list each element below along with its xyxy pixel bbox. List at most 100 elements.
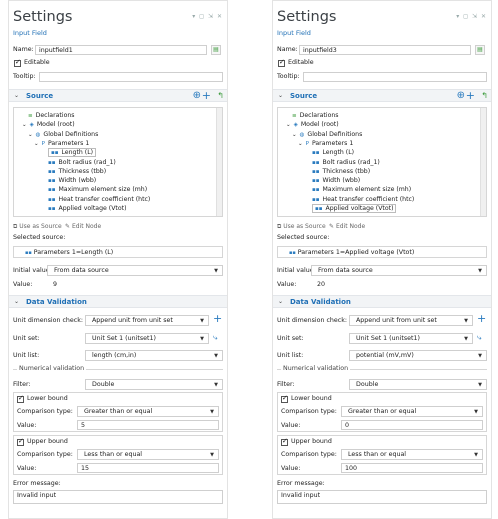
- error-message-input[interactable]: Invalid input: [277, 490, 487, 504]
- unit-dimension-select[interactable]: Append unit from unit set ▼: [349, 315, 473, 326]
- value-text[interactable]: 9: [53, 281, 57, 288]
- upper-value-input[interactable]: 15: [77, 463, 219, 473]
- edit-node-button[interactable]: ✎ Edit Node: [329, 223, 365, 230]
- data-validation-section-header[interactable]: ⌄ Data Validation: [9, 295, 227, 308]
- unit-list-select[interactable]: potential (mV,mV) ▼: [349, 350, 487, 361]
- tree-item[interactable]: ≡ Declarations: [292, 112, 339, 119]
- tree-item-label: Heat transfer coefficient (htc): [58, 195, 151, 203]
- tree-item[interactable]: ▪▪ Width (wbb): [48, 177, 96, 184]
- upper-bound-checkbox[interactable]: [17, 437, 24, 446]
- chevron-down-icon[interactable]: ⌄: [298, 141, 303, 147]
- upper-value-input[interactable]: 100: [341, 463, 483, 473]
- source-tree[interactable]: ≡ Declarations ⌄ ◈ Model (root) ⌄ ◍ Global Defi…: [13, 107, 223, 217]
- data-validation-section-header[interactable]: ⌄ Data Validation: [273, 295, 491, 308]
- plus-icon[interactable]: +: [466, 89, 475, 102]
- unit-set-text: Unit Set 1 (unitset1): [92, 335, 156, 342]
- initial-value-select[interactable]: From data source ▼: [311, 265, 487, 276]
- tree-item[interactable]: ▪▪ Thickness (tbb): [48, 168, 106, 175]
- initial-value-select[interactable]: From data source ▼: [47, 265, 223, 276]
- lower-value-label: Value:: [17, 422, 37, 429]
- add-unit-icon[interactable]: +: [477, 312, 486, 325]
- window-controls[interactable]: ▾ ◻ ⇲ ✕: [192, 13, 223, 20]
- filter-select[interactable]: Double ▼: [349, 379, 487, 390]
- tree-item[interactable]: ▪▪ Applied voltage (Vtot): [48, 205, 126, 212]
- source-tree[interactable]: ≡ Declarations ⌄ ◈ Model (root) ⌄ ◍ Global Defi…: [277, 107, 487, 217]
- tree-scrollbar[interactable]: [216, 108, 222, 216]
- source-section-header[interactable]: ⌄ Source ⊕ + ↰: [9, 89, 227, 102]
- chevron-down-icon[interactable]: ⌄: [22, 122, 27, 128]
- edit-node-button[interactable]: ✎ Edit Node: [65, 223, 101, 230]
- tree-item-label: Maximum element size (mh): [322, 186, 412, 194]
- editable-checkbox[interactable]: [278, 58, 285, 67]
- panel-title: Settings: [277, 9, 337, 25]
- lower-comparison-select[interactable]: Greater than or equal ▼: [77, 406, 219, 417]
- lower-comparison-select[interactable]: Greater than or equal ▼: [341, 406, 483, 417]
- tree-refresh-icon[interactable]: ↰: [217, 91, 224, 100]
- unit-list-select[interactable]: length (cm,in) ▼: [85, 350, 223, 361]
- source-section-header[interactable]: ⌄ Source ⊕ + ↰: [273, 89, 491, 102]
- use-as-source-button[interactable]: ⧉ Use as Source: [277, 223, 326, 231]
- value-text[interactable]: 20: [317, 281, 325, 288]
- tree-item[interactable]: ⌄ ◈ Model (root): [286, 121, 339, 128]
- tree-item[interactable]: ▪▪ Thickness (tbb): [312, 168, 370, 175]
- chevron-down-icon[interactable]: ⌄: [292, 132, 297, 138]
- chevron-down-icon[interactable]: ⌄: [286, 122, 291, 128]
- name-input[interactable]: inputfield1: [35, 45, 207, 55]
- name-apply-icon[interactable]: ▤: [211, 45, 221, 55]
- tree-refresh-icon[interactable]: ↰: [481, 91, 488, 100]
- lower-value-input[interactable]: 0: [341, 420, 483, 430]
- unit-dimension-select[interactable]: Append unit from unit set ▼: [85, 315, 209, 326]
- tree-item-label: Bolt radius (rad_1): [322, 158, 380, 166]
- tree-item[interactable]: ▪▪ Maximum element size (mh): [48, 186, 147, 193]
- name-input[interactable]: inputfield3: [299, 45, 471, 55]
- upper-comparison-text: Less than or equal: [84, 451, 143, 458]
- error-message-input[interactable]: Invalid input: [13, 490, 223, 504]
- add-unit-icon[interactable]: +: [213, 312, 222, 325]
- tree-item-label: Length (L): [61, 149, 94, 157]
- window-controls[interactable]: ▾ ◻ ⇲ ✕: [456, 13, 487, 20]
- unit-set-select[interactable]: Unit Set 1 (unitset1) ▼: [85, 333, 209, 344]
- tree-item[interactable]: ▪▪ Heat transfer coefficient (htc): [48, 196, 150, 203]
- lower-bound-checkbox[interactable]: [281, 394, 288, 403]
- tree-item[interactable]: ⌄ ◍ Global Definitions: [292, 131, 362, 138]
- tooltip-input[interactable]: [303, 72, 487, 82]
- tree-item[interactable]: ⌄ ◍ Global Definitions: [28, 131, 98, 138]
- upper-bound-checkbox[interactable]: [281, 437, 288, 446]
- tree-item[interactable]: ▪▪ Bolt radius (rad_1): [48, 159, 116, 166]
- tree-item-label: Declarations: [35, 112, 75, 119]
- tree-item[interactable]: ▪▪ Length (L): [48, 148, 97, 158]
- editable-checkbox[interactable]: [14, 58, 21, 67]
- tree-item-label: Maximum element size (mh): [58, 186, 148, 194]
- add-circle-icon[interactable]: ⊕: [457, 90, 465, 101]
- tree-item[interactable]: ▪▪ Width (wbb): [312, 177, 360, 184]
- lower-comparison-label: Comparison type:: [17, 408, 73, 415]
- unit-set-select[interactable]: Unit Set 1 (unitset1) ▼: [349, 333, 473, 344]
- tree-item[interactable]: ▪▪ Maximum element size (mh): [312, 186, 411, 193]
- tree-item[interactable]: ⌄ P Parameters 1: [298, 140, 353, 147]
- tooltip-input[interactable]: [39, 72, 223, 82]
- chevron-down-icon: ▼: [474, 409, 478, 415]
- go-to-unit-set-icon[interactable]: ⤷: [477, 333, 481, 343]
- tree-scrollbar[interactable]: [480, 108, 486, 216]
- upper-comparison-select[interactable]: Less than or equal ▼: [77, 449, 219, 460]
- tree-item[interactable]: ▪▪ Length (L): [312, 149, 354, 156]
- lower-value-input[interactable]: 5: [77, 420, 219, 430]
- lower-bound-checkbox[interactable]: [17, 394, 24, 403]
- unit-dimension-text: Append unit from unit set: [356, 317, 437, 324]
- chevron-down-icon[interactable]: ⌄: [34, 141, 39, 147]
- go-to-unit-set-icon[interactable]: ⤷: [213, 333, 217, 343]
- unit-list-text: length (cm,in): [92, 352, 137, 359]
- add-circle-icon[interactable]: ⊕: [193, 90, 201, 101]
- tree-item[interactable]: ▪▪ Applied voltage (Vtot): [312, 204, 397, 213]
- filter-select[interactable]: Double ▼: [85, 379, 223, 390]
- name-apply-icon[interactable]: ▤: [475, 45, 485, 55]
- tree-item[interactable]: ≡ Declarations: [28, 112, 75, 119]
- use-as-source-button[interactable]: ⧉ Use as Source: [13, 223, 62, 231]
- upper-comparison-select[interactable]: Less than or equal ▼: [341, 449, 483, 460]
- chevron-down-icon[interactable]: ⌄: [28, 132, 33, 138]
- tree-item[interactable]: ▪▪ Bolt radius (rad_1): [312, 159, 380, 166]
- tree-item[interactable]: ▪▪ Heat transfer coefficient (htc): [312, 196, 414, 203]
- tree-item[interactable]: ⌄ P Parameters 1: [34, 140, 89, 147]
- tree-item[interactable]: ⌄ ◈ Model (root): [22, 121, 75, 128]
- plus-icon[interactable]: +: [202, 89, 211, 102]
